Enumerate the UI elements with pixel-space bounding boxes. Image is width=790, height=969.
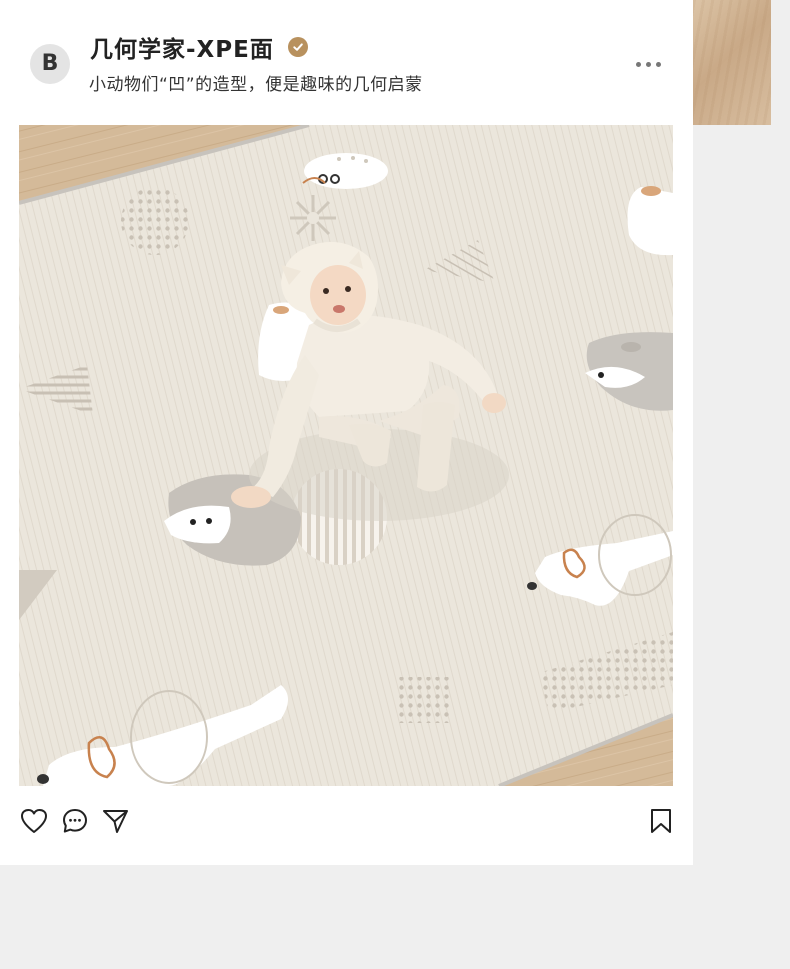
post-title[interactable]: 几何学家-XPE面 bbox=[90, 30, 274, 64]
post-caption: 小动物们“凹”的造型，便是趣味的几何启蒙 bbox=[89, 75, 423, 95]
verified-badge-icon bbox=[287, 37, 308, 57]
author-avatar[interactable]: B bbox=[30, 44, 70, 84]
heart-icon bbox=[21, 809, 47, 833]
more-dots-icon bbox=[645, 61, 651, 67]
page: B 几何学家-XPE面 小动物们“凹”的造型，便是趣味的几何启蒙 bbox=[0, 0, 790, 969]
action-bar bbox=[0, 796, 693, 846]
post-photo[interactable] bbox=[19, 125, 673, 786]
send-icon bbox=[103, 810, 128, 833]
post-header: B 几何学家-XPE面 小动物们“凹”的造型，便是趣味的几何启蒙 bbox=[0, 0, 693, 125]
like-button[interactable] bbox=[17, 804, 51, 838]
more-dots-icon bbox=[655, 61, 661, 67]
dot-circle-print bbox=[121, 187, 189, 255]
post-card: B 几何学家-XPE面 小动物们“凹”的造型，便是趣味的几何启蒙 bbox=[0, 0, 693, 865]
more-dots-icon bbox=[635, 61, 641, 67]
share-button[interactable] bbox=[98, 804, 132, 838]
bookmark-icon bbox=[651, 809, 671, 833]
play-mat-photo bbox=[19, 125, 673, 786]
save-button[interactable] bbox=[644, 804, 678, 838]
more-options-button[interactable] bbox=[628, 52, 668, 76]
title-row: 几何学家-XPE面 bbox=[90, 30, 308, 64]
adjacent-photo-wood-floor[interactable] bbox=[693, 0, 771, 125]
comment-bubble-icon bbox=[63, 809, 87, 833]
dot-square-print bbox=[399, 677, 451, 723]
comment-button[interactable] bbox=[58, 804, 92, 838]
